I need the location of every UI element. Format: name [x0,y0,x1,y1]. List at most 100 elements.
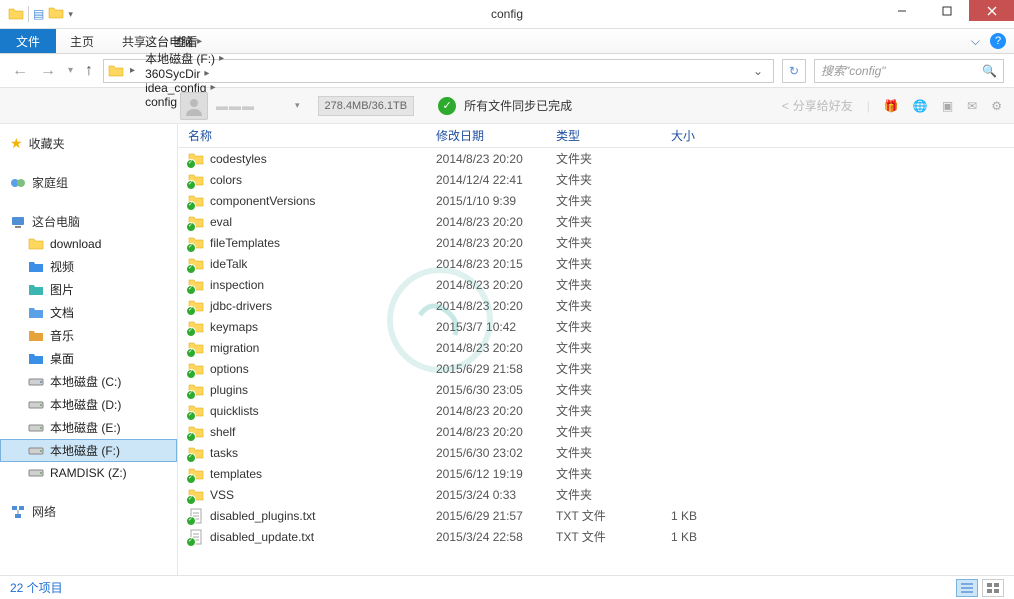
sidebar-item-folder-0[interactable]: download [0,233,177,255]
sidebar-item-pictures-2[interactable]: 图片 [0,278,177,301]
file-row[interactable]: tasks2015/6/30 23:02文件夹 [178,442,1014,463]
search-icon[interactable]: 🔍 [982,64,997,78]
maximize-button[interactable] [924,0,969,21]
file-date: 2015/6/30 23:02 [436,446,556,460]
forward-button[interactable]: → [38,60,58,82]
view-details-button[interactable] [956,579,978,597]
address-bar[interactable]: ▸ 这台电脑▸本地磁盘 (F:)▸360SycDir▸idea_config▸c… [103,59,774,83]
qat-newfolder-icon[interactable] [48,5,64,24]
sidebar-item-music-4[interactable]: 音乐 [0,324,177,347]
up-button[interactable]: ↑ [83,60,95,82]
col-date[interactable]: 修改日期 [436,127,556,144]
file-row[interactable]: disabled_plugins.txt2015/6/29 21:57TXT 文… [178,505,1014,526]
file-row[interactable]: migration2014/8/23 20:20文件夹 [178,337,1014,358]
qat-dropdown-icon[interactable]: ▾ [68,9,73,20]
sidebar-item-drive-9[interactable]: 本地磁盘 (F:) [0,439,177,462]
file-tab[interactable]: 文件 [0,29,56,53]
gift-icon[interactable]: 🎁 [884,99,899,113]
crumb-1[interactable]: 本地磁盘 (F:)▸ [141,50,228,67]
star-icon: ★ [10,135,23,152]
crumb-root-arrow[interactable]: ▸ [126,65,139,76]
file-date: 2015/6/12 19:19 [436,467,556,481]
file-name: templates [210,467,436,481]
file-date: 2015/6/30 23:05 [436,383,556,397]
sidebar-item-drive-c-6[interactable]: 本地磁盘 (C:) [0,370,177,393]
globe-icon[interactable]: 🌐 [913,99,928,113]
gear-icon[interactable]: ⚙ [991,99,1002,113]
address-dropdown-icon[interactable]: ⌄ [747,64,769,78]
file-row[interactable]: shelf2014/8/23 20:20文件夹 [178,421,1014,442]
file-row[interactable]: options2015/6/29 21:58文件夹 [178,358,1014,379]
drive-icon [28,443,44,459]
user-dropdown[interactable]: ▬▬▬▾ [216,99,310,113]
file-type: 文件夹 [556,402,671,419]
view-icons-button[interactable] [982,579,1004,597]
pc-icon [10,214,26,230]
drive-icon [28,465,44,481]
qat-properties-icon[interactable]: ▤ [33,7,44,21]
file-row[interactable]: quicklists2014/8/23 20:20文件夹 [178,400,1014,421]
tab-home[interactable]: 主页 [56,29,108,53]
file-name: migration [210,341,436,355]
file-row[interactable]: jdbc-drivers2014/8/23 20:20文件夹 [178,295,1014,316]
ribbon-collapse-icon[interactable]: ⌵ [971,34,980,49]
sidebar-network[interactable]: 网络 [0,500,177,523]
navbar: ← → ▾ ↑ ▸ 这台电脑▸本地磁盘 (F:)▸360SycDir▸idea_… [0,54,1014,88]
file-type: 文件夹 [556,360,671,377]
crumb-0[interactable]: 这台电脑▸ [141,33,228,50]
file-row[interactable]: plugins2015/6/30 23:05文件夹 [178,379,1014,400]
file-date: 2015/3/24 22:58 [436,530,556,544]
refresh-button[interactable]: ↻ [782,59,806,83]
file-row[interactable]: ideTalk2014/8/23 20:15文件夹 [178,253,1014,274]
sidebar-thispc[interactable]: 这台电脑 [0,210,177,233]
folder-icon [188,403,204,419]
file-name: fileTemplates [210,236,436,250]
file-row[interactable]: eval2014/8/23 20:20文件夹 [178,211,1014,232]
col-size[interactable]: 大小 [671,127,771,144]
search-input[interactable] [821,64,976,78]
recent-dropdown-icon[interactable]: ▾ [66,63,75,78]
file-date: 2015/1/10 9:39 [436,194,556,208]
drive-c-icon [28,374,44,390]
sidebar-item-drive-7[interactable]: 本地磁盘 (D:) [0,393,177,416]
file-row[interactable]: disabled_update.txt2015/3/24 22:58TXT 文件… [178,526,1014,547]
message-icon[interactable]: ✉ [967,99,977,113]
file-row[interactable]: keymaps2015/3/7 10:42文件夹 [178,316,1014,337]
file-row[interactable]: inspection2014/8/23 20:20文件夹 [178,274,1014,295]
file-row[interactable]: componentVersions2015/1/10 9:39文件夹 [178,190,1014,211]
docs-icon [28,305,44,321]
minimize-button[interactable] [879,0,924,21]
crumb-2[interactable]: 360SycDir▸ [141,67,228,81]
file-row[interactable]: colors2014/12/4 22:41文件夹 [178,169,1014,190]
col-name[interactable]: 名称 [178,127,436,144]
file-row[interactable]: templates2015/6/12 19:19文件夹 [178,463,1014,484]
screen-icon[interactable]: ▣ [942,99,953,113]
col-type[interactable]: 类型 [556,127,671,144]
folder-icon [188,172,204,188]
file-icon [188,508,204,524]
file-row[interactable]: fileTemplates2014/8/23 20:20文件夹 [178,232,1014,253]
search-box[interactable]: 🔍 [814,59,1004,83]
help-icon[interactable]: ? [990,33,1006,49]
share-button[interactable]: <分享给好友 [782,97,853,114]
folder-icon [188,445,204,461]
file-row[interactable]: VSS2015/3/24 0:33文件夹 [178,484,1014,505]
sidebar-item-drive-8[interactable]: 本地磁盘 (E:) [0,416,177,439]
folder-icon [188,382,204,398]
sidebar-item-drive-10[interactable]: RAMDISK (Z:) [0,462,177,484]
file-type: 文件夹 [556,423,671,440]
file-row[interactable]: codestyles2014/8/23 20:20文件夹 [178,148,1014,169]
file-type: 文件夹 [556,486,671,503]
sidebar-item-desktop-5[interactable]: 桌面 [0,347,177,370]
file-type: 文件夹 [556,465,671,482]
sidebar-item-video-1[interactable]: 视频 [0,255,177,278]
avatar[interactable] [180,92,208,120]
network-icon [10,504,26,520]
sidebar-homegroup[interactable]: 家庭组 [0,171,177,194]
sidebar-item-docs-3[interactable]: 文档 [0,301,177,324]
address-folder-icon [108,63,124,79]
close-button[interactable] [969,0,1014,21]
sidebar-favorites[interactable]: ★收藏夹 [0,132,177,155]
back-button[interactable]: ← [10,60,30,82]
file-name: plugins [210,383,436,397]
